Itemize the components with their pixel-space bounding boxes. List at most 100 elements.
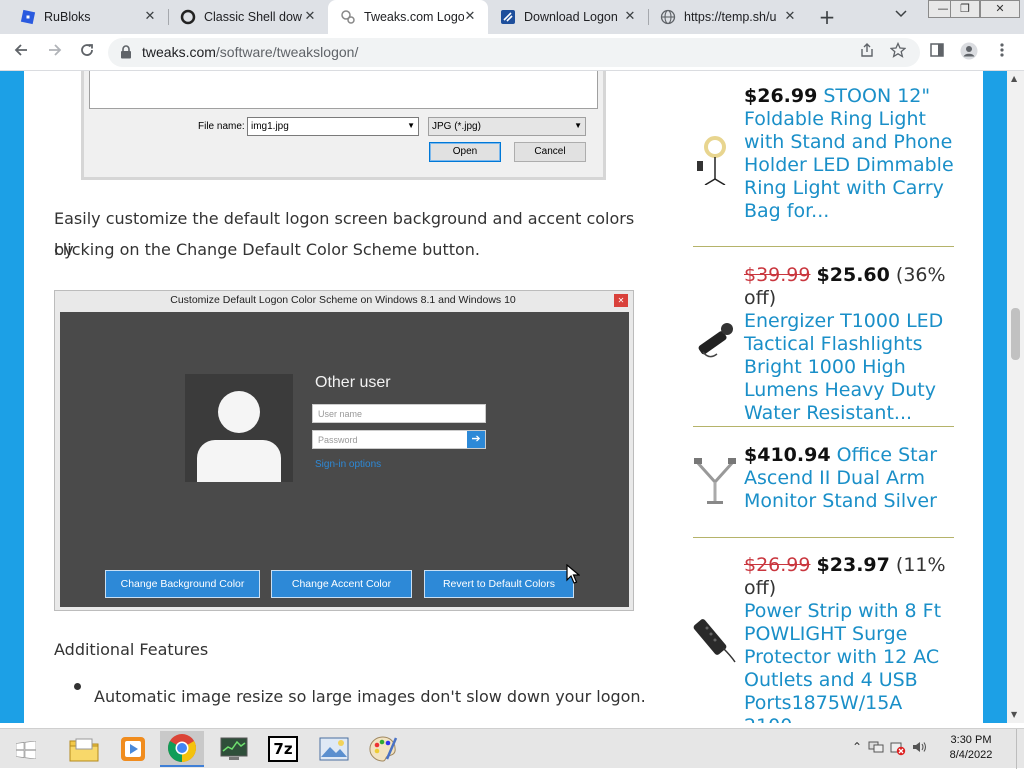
- forward-arrow-icon: [49, 44, 62, 56]
- tab-label: Download Logon: [524, 10, 618, 24]
- network-error-icon[interactable]: [890, 740, 906, 756]
- scrollbar-thumb[interactable]: [1011, 308, 1020, 360]
- address-bar[interactable]: tweaks.com/software/tweakslogon/: [108, 38, 920, 67]
- password-field: Password ➔: [312, 430, 486, 449]
- tab-download-logon[interactable]: Download Logon ✕: [488, 0, 648, 34]
- bullet-dot: [74, 683, 81, 690]
- back-button[interactable]: [10, 42, 32, 64]
- product-price: $23.97: [816, 554, 890, 576]
- forward-button[interactable]: [44, 42, 66, 64]
- user-title: Other user: [315, 374, 391, 391]
- windows-start-icon[interactable]: [16, 741, 36, 759]
- scroll-up-arrow-icon[interactable]: ▲: [1011, 74, 1017, 83]
- back-arrow-icon: [14, 44, 27, 56]
- arrow-right-icon: ➔: [467, 431, 485, 448]
- maximize-button[interactable]: ❐: [950, 0, 980, 18]
- profile-avatar-icon[interactable]: [958, 42, 980, 64]
- product-price: $25.60: [816, 264, 890, 286]
- reload-button[interactable]: [76, 42, 98, 64]
- chrome-icon[interactable]: [160, 731, 204, 767]
- tab-temp-sh[interactable]: https://temp.sh/u ✕: [648, 0, 808, 34]
- flashlight-product-image[interactable]: [693, 314, 737, 364]
- clock-time: 3:30 PM: [950, 734, 992, 746]
- chevron-down-icon: ▼: [574, 121, 582, 130]
- show-desktop-button[interactable]: [1016, 729, 1024, 769]
- tab-label: RuBloks: [44, 10, 91, 24]
- product-text[interactable]: $26.99 $23.97 (11% off) Power Strip with…: [744, 554, 959, 723]
- logon-preview: Other user User name Password ➔ Sign-in o…: [60, 312, 629, 607]
- url-host: tweaks.com: [142, 44, 216, 60]
- divider: [693, 426, 954, 427]
- product-old-price: $39.99: [744, 264, 811, 286]
- revert-default-colors-button: Revert to Default Colors: [424, 570, 574, 598]
- change-background-color-button: Change Background Color: [105, 570, 260, 598]
- bookmark-star-icon[interactable]: [887, 41, 909, 64]
- tab-strip: RuBloks ✕ Classic Shell dow ✕ Tweaks.com…: [0, 0, 1024, 34]
- color-scheme-screenshot: Customize Default Logon Color Scheme on …: [54, 290, 634, 611]
- circle-icon: [180, 9, 196, 25]
- close-icon[interactable]: ✕: [142, 9, 158, 25]
- product-text[interactable]: $410.94 Office Star Ascend II Dual Arm M…: [744, 444, 959, 513]
- tab-label: Classic Shell dow: [204, 10, 302, 24]
- url-text[interactable]: tweaks.com/software/tweakslogon/: [142, 44, 358, 60]
- user-avatar-icon: [185, 374, 293, 482]
- file-type-select: JPG (*.jpg) ▼: [428, 117, 586, 136]
- close-icon[interactable]: ✕: [302, 9, 318, 25]
- tab-search-button[interactable]: [895, 7, 907, 21]
- photo-viewer-icon[interactable]: [312, 731, 356, 767]
- download-site-icon: [501, 10, 515, 24]
- chevron-down-icon: [895, 10, 907, 18]
- more-menu-icon[interactable]: [991, 42, 1013, 64]
- task-manager-icon[interactable]: [212, 731, 256, 767]
- product-text[interactable]: $39.99 $25.60 (36% off) Energizer T1000 …: [744, 264, 959, 425]
- file-explorer-icon[interactable]: [62, 731, 106, 767]
- close-icon[interactable]: ✕: [622, 9, 638, 25]
- divider: [693, 537, 954, 538]
- scroll-down-arrow-icon[interactable]: ▼: [1011, 710, 1017, 719]
- close-icon[interactable]: ✕: [782, 9, 798, 25]
- reload-icon: [81, 44, 93, 56]
- network-icon[interactable]: [868, 740, 884, 754]
- 7zip-icon[interactable]: 7z: [261, 731, 305, 767]
- file-name-field: img1.jpg ▼: [247, 117, 419, 136]
- new-tab-button[interactable]: +: [816, 6, 838, 28]
- signin-options-link: Sign-in options: [315, 459, 382, 470]
- tab-classic-shell[interactable]: Classic Shell dow ✕: [168, 0, 328, 34]
- close-icon: ✕: [614, 294, 628, 307]
- close-icon[interactable]: ✕: [462, 9, 478, 25]
- side-panel-icon[interactable]: [926, 42, 948, 64]
- product-name[interactable]: STOON 12": [823, 85, 930, 107]
- tab-label: Tweaks.com Logo: [364, 10, 464, 24]
- page-border-right: [983, 71, 1007, 723]
- page-viewport: File name: img1.jpg ▼ JPG (*.jpg) ▼ Open C…: [0, 71, 1024, 723]
- system-tray: ⌃: [852, 740, 928, 758]
- product-price: $26.99: [744, 85, 818, 107]
- monitor-stand-product-image[interactable]: [693, 456, 737, 506]
- lock-icon[interactable]: [120, 45, 132, 59]
- feature-bullet: Automatic image resize so large images d…: [94, 687, 646, 706]
- url-path: /software/tweakslogon/: [215, 44, 359, 60]
- roblox-icon: [20, 9, 36, 25]
- mouse-cursor-icon: [566, 564, 580, 584]
- close-window-button[interactable]: ✕: [980, 0, 1020, 18]
- file-dialog-screenshot: File name: img1.jpg ▼ JPG (*.jpg) ▼ Open C…: [81, 71, 606, 180]
- volume-icon[interactable]: [912, 740, 928, 754]
- media-player-icon[interactable]: [111, 731, 155, 767]
- page-border-left: [0, 71, 24, 723]
- divider: [693, 246, 954, 247]
- product-old-price: $26.99: [744, 554, 811, 576]
- tab-tweaks[interactable]: Tweaks.com Logo ✕: [328, 0, 488, 34]
- product-text[interactable]: $26.99 STOON 12" Foldable Ring Light wit…: [744, 85, 959, 223]
- vertical-scrollbar[interactable]: ▲ ▼: [1007, 71, 1024, 723]
- globe-icon: [660, 9, 676, 25]
- paint-icon[interactable]: [361, 731, 405, 767]
- power-strip-product-image[interactable]: [693, 614, 737, 664]
- chevron-up-icon[interactable]: ⌃: [852, 740, 862, 758]
- share-icon[interactable]: [856, 42, 878, 64]
- product-price: $410.94: [744, 444, 831, 466]
- address-toolbar: tweaks.com/software/tweakslogon/: [0, 34, 1024, 71]
- tab-rubloks[interactable]: RuBloks ✕: [8, 0, 168, 34]
- system-clock[interactable]: 3:30 PM 8/4/2022: [940, 733, 1002, 763]
- open-button: Open: [429, 142, 501, 162]
- ring-light-product-image[interactable]: [693, 135, 737, 185]
